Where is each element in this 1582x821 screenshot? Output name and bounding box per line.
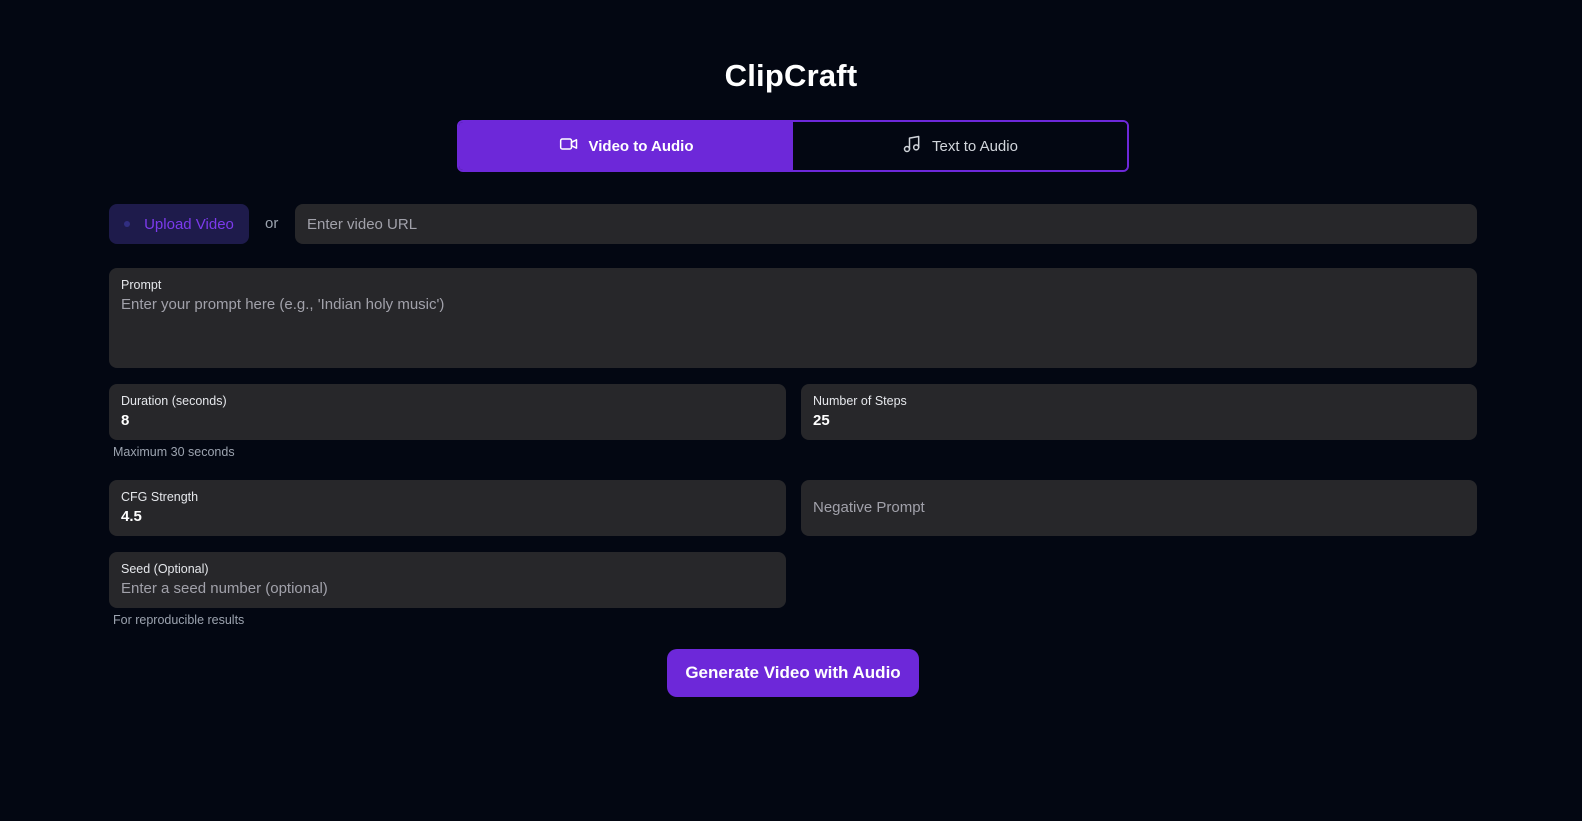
seed-field: Seed (Optional)	[109, 552, 786, 608]
upload-icon	[124, 221, 131, 227]
seed-label: Seed (Optional)	[121, 562, 209, 576]
video-url-input[interactable]	[295, 204, 1477, 244]
duration-label: Duration (seconds)	[121, 394, 227, 408]
music-note-icon	[902, 134, 922, 158]
cfg-input[interactable]	[121, 508, 774, 525]
prompt-field: Prompt	[109, 268, 1477, 368]
tab-label: Text to Audio	[932, 137, 1018, 155]
cfg-label: CFG Strength	[121, 490, 199, 504]
seed-input[interactable]	[121, 580, 774, 597]
cfg-field: CFG Strength	[109, 480, 786, 536]
negative-prompt-field	[801, 480, 1477, 536]
video-camera-icon	[559, 134, 579, 158]
mode-tabs: Video to Audio Text to Audio	[457, 120, 1129, 172]
prompt-input[interactable]	[121, 296, 1465, 347]
duration-input[interactable]	[121, 412, 774, 429]
steps-field: Number of Steps	[801, 384, 1477, 440]
tab-label: Video to Audio	[588, 137, 694, 155]
prompt-label: Prompt	[121, 278, 162, 292]
seed-hint: For reproducible results	[113, 613, 245, 627]
page: ClipCraft Video to Audio Text to Audio U…	[0, 0, 1582, 821]
or-separator: or	[265, 215, 279, 232]
tab-text-to-audio[interactable]: Text to Audio	[793, 122, 1127, 170]
video-source-row: Upload Video or	[109, 204, 1477, 244]
generate-button[interactable]: Generate Video with Audio	[667, 649, 919, 697]
steps-label: Number of Steps	[813, 394, 907, 408]
upload-video-label: Upload Video	[144, 215, 234, 233]
steps-input[interactable]	[813, 412, 1465, 429]
upload-video-button[interactable]: Upload Video	[109, 204, 249, 244]
duration-hint: Maximum 30 seconds	[113, 445, 235, 459]
app-title: ClipCraft	[724, 58, 858, 93]
duration-field: Duration (seconds)	[109, 384, 786, 440]
negative-prompt-input[interactable]	[813, 499, 1465, 516]
tab-video-to-audio[interactable]: Video to Audio	[459, 122, 793, 170]
